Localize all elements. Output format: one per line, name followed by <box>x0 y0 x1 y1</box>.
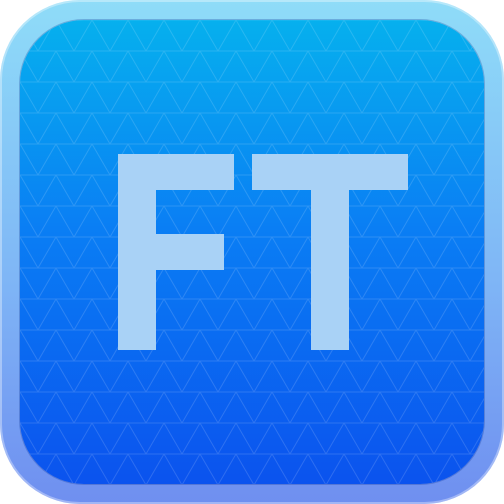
icon-face: F T <box>20 20 484 484</box>
letter-t <box>252 154 408 350</box>
letter-f <box>118 154 234 350</box>
monogram-ft: F T <box>118 154 408 350</box>
app-icon[interactable]: F T <box>0 0 504 504</box>
